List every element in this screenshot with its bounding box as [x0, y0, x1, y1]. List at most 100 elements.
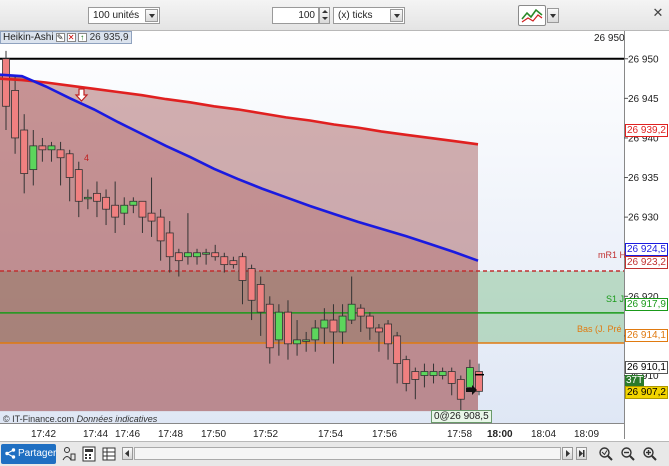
bottom-toolbar: Partager — [0, 441, 669, 466]
horizontal-scrollbar[interactable] — [134, 447, 561, 460]
ticks-unit-value: (x) ticks — [338, 10, 373, 21]
watermark-brand: © IT-Finance.com — [3, 414, 75, 424]
zoom-out-icon[interactable] — [620, 446, 636, 462]
countdown-label: 37T — [625, 375, 645, 386]
y-tick-label: 26 930 — [628, 213, 659, 224]
skip-end-icon — [579, 450, 585, 457]
candle-body — [56, 149, 65, 159]
ticks-input[interactable]: 100 — [272, 7, 319, 24]
candle-body — [129, 200, 138, 206]
candle-body — [74, 169, 83, 202]
low-prev-day-price-label: 26 914,1 — [625, 329, 668, 342]
candle-body — [302, 339, 311, 342]
candle-body — [384, 323, 392, 345]
remove-icon[interactable]: ✕ — [66, 33, 76, 42]
candle-body — [247, 268, 256, 301]
ticks-stepper[interactable] — [319, 7, 330, 24]
candle-body — [447, 371, 456, 384]
candle-body — [184, 252, 192, 258]
x-tick: 17:52 — [253, 429, 279, 440]
chart-type-button[interactable] — [518, 5, 546, 26]
candle-body — [20, 129, 29, 174]
s1-level-label: S1 J — [606, 294, 625, 304]
zoom-in-icon[interactable] — [642, 446, 658, 462]
calculator-icon[interactable] — [82, 446, 96, 462]
chart-type-dropdown[interactable] — [547, 8, 559, 23]
y-tick-label: 26 945 — [628, 94, 659, 105]
candle-body — [211, 252, 220, 258]
candle-body — [147, 212, 156, 222]
people-icon[interactable] — [62, 446, 76, 462]
candle-body — [466, 367, 474, 388]
ma-short-price-label: 26 924,5 — [625, 243, 668, 256]
candle-body — [65, 153, 74, 178]
units-select[interactable]: 100 unités — [88, 7, 160, 24]
zoom-fit-icon[interactable] — [598, 446, 614, 462]
top-toolbar: 100 unités 100 (x) ticks ✕ — [0, 0, 669, 31]
bid-price-label: 26 907,2 — [625, 386, 668, 399]
watermark: © IT-Finance.com Données indicatives — [3, 414, 157, 424]
x-tick: 18:09 — [574, 429, 600, 440]
x-tick: 17:42 — [31, 429, 57, 440]
mr1-price-label: 26 923,2 — [625, 256, 668, 269]
candle-body — [165, 232, 174, 258]
candle-body — [393, 335, 402, 365]
ticks-input-value: 100 — [298, 10, 315, 21]
candle-body — [356, 307, 365, 317]
candle-body — [83, 196, 92, 200]
x-tick: 17:50 — [201, 429, 227, 440]
x-tick: 18:04 — [531, 429, 557, 440]
indicator-name: Heikin-Ashi — [3, 32, 54, 43]
candle-body — [47, 145, 56, 151]
scroll-left-button[interactable] — [122, 447, 133, 460]
x-tick: 17:46 — [115, 429, 141, 440]
share-label: Partager — [18, 448, 57, 459]
x-tick: 17:44 — [83, 429, 109, 440]
chevron-down-icon[interactable] — [145, 9, 158, 22]
candle-body — [138, 200, 147, 218]
indicator-tab[interactable]: Heikin-Ashi ✎ ✕ ↑ 26 935,9 — [0, 31, 132, 44]
candle-body — [347, 303, 356, 321]
x-tick: 17:48 — [158, 429, 184, 440]
price-chart[interactable]: 26 95026 94526 94026 93526 93026 92526 9… — [0, 31, 669, 440]
candle-body — [402, 359, 411, 384]
candle-body — [375, 327, 383, 333]
watermark-note: Données indicatives — [76, 414, 158, 424]
y-tick-label: 26 950 — [628, 54, 659, 65]
candle-body — [229, 260, 238, 266]
candle-body — [274, 311, 283, 341]
table-icon[interactable] — [102, 446, 116, 462]
settings-icon[interactable]: ✎ — [55, 33, 65, 42]
chevron-right-icon — [566, 450, 570, 457]
scroll-right-button[interactable] — [562, 447, 573, 460]
candle-body — [338, 315, 347, 333]
candle-body — [102, 196, 110, 210]
close-icon[interactable]: ✕ — [651, 6, 665, 20]
y-tick-label: 26 935 — [628, 173, 659, 184]
arrow-up-icon[interactable]: ↑ — [77, 33, 87, 42]
candle-body — [256, 284, 265, 313]
chevron-left-icon — [125, 450, 129, 457]
signal-marker: 4 — [84, 153, 89, 163]
candle-body — [293, 339, 301, 345]
chevron-down-icon[interactable] — [390, 9, 403, 22]
candle-body — [11, 90, 19, 139]
ticks-unit-select[interactable]: (x) ticks — [333, 7, 405, 24]
chart-canvas[interactable]: 26 95026 94526 94026 93526 93026 92526 9… — [0, 31, 669, 439]
candle-body — [411, 371, 420, 380]
candle-body — [2, 58, 10, 107]
low-prev-day-level-label: Bas (J. Pré — [577, 324, 622, 334]
x-tick: 17:58 — [447, 429, 473, 440]
candle-body — [311, 327, 320, 341]
candle-body — [29, 145, 38, 171]
s1-price-label: 26 917,9 — [625, 298, 668, 311]
indicator-value: 26 935,9 — [89, 32, 129, 43]
last-price-label: 26 910,1 — [625, 361, 668, 374]
cursor-price-box: 0@26 908,5 — [431, 410, 492, 423]
candle-body — [220, 256, 229, 266]
candle-body — [284, 311, 292, 345]
candle-body — [320, 319, 329, 329]
share-button[interactable]: Partager — [1, 444, 56, 464]
candle-body — [238, 256, 247, 281]
scroll-end-button[interactable] — [576, 447, 587, 460]
